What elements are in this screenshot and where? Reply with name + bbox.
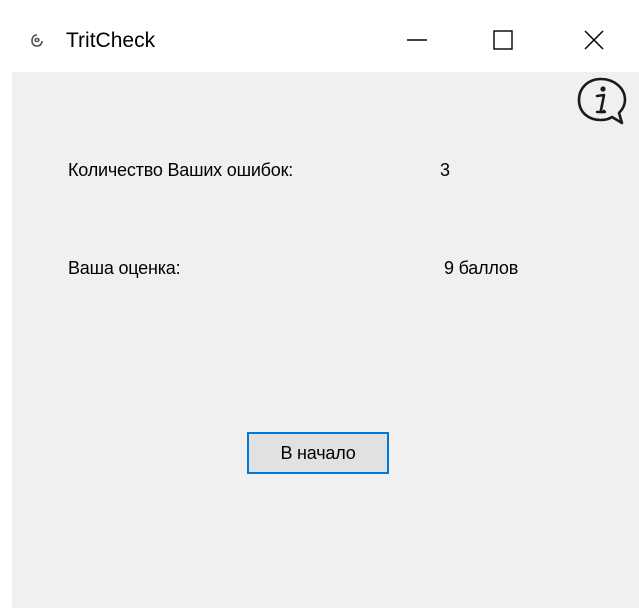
- errors-label: Количество Ваших ошибок:: [68, 160, 294, 180]
- window-title: TritCheck: [66, 29, 156, 52]
- client-area: Количество Ваших ошибок: 3 Ваша оценка: …: [12, 72, 639, 608]
- minimize-button[interactable]: [386, 14, 448, 66]
- maximize-button[interactable]: [472, 14, 534, 66]
- start-button[interactable]: В начало: [247, 432, 389, 474]
- info-icon[interactable]: [574, 76, 630, 128]
- title-bar[interactable]: TritCheck: [0, 0, 639, 72]
- grade-label: Ваша оценка:: [68, 258, 181, 278]
- minimize-icon: [407, 39, 427, 41]
- close-icon: [584, 30, 604, 50]
- close-button[interactable]: [563, 14, 625, 66]
- app-icon: [31, 34, 43, 47]
- app-window: TritCheck Количество Ваших ошибок: 3 Ваш…: [0, 0, 639, 608]
- errors-value: 3: [440, 160, 450, 180]
- maximize-icon: [493, 30, 513, 50]
- grade-value: 9 баллов: [444, 258, 519, 278]
